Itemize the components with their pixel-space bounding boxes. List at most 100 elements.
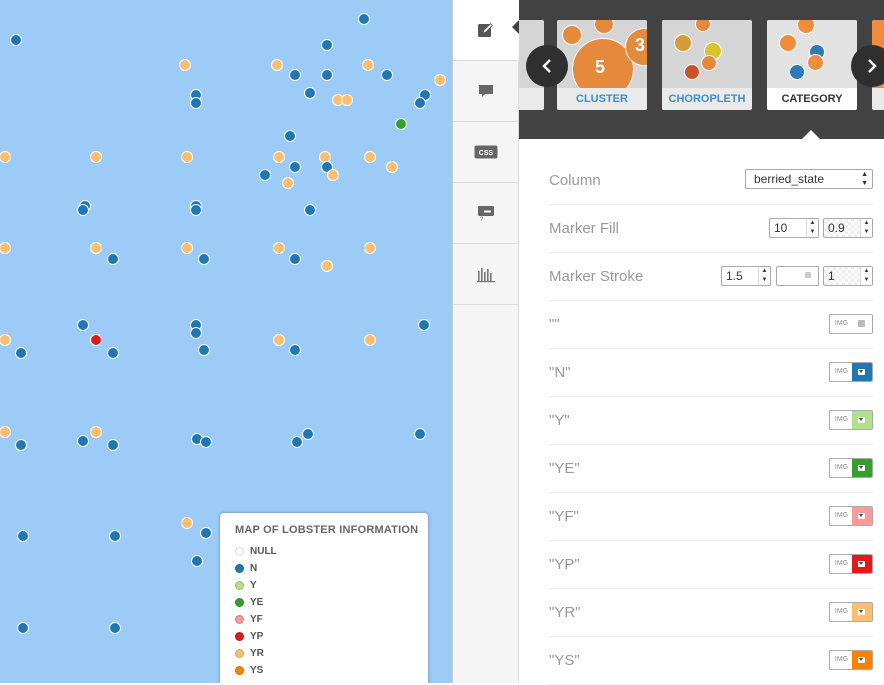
marker-fill-width-stepper[interactable]: 10 ▲ ▼: [769, 218, 819, 238]
map-marker[interactable]: [304, 87, 316, 99]
map-marker[interactable]: [289, 69, 301, 81]
marker-image-button[interactable]: IMG: [830, 555, 854, 573]
marker-fill-opacity-stepper[interactable]: 0.9 ▲ ▼: [823, 218, 873, 238]
map-marker[interactable]: [10, 34, 22, 46]
map-marker[interactable]: [0, 334, 11, 346]
css-tab[interactable]: CSS: [453, 122, 519, 183]
map-marker[interactable]: [414, 428, 426, 440]
map-marker[interactable]: [198, 253, 210, 265]
map-marker[interactable]: [90, 334, 102, 346]
map-marker[interactable]: [190, 97, 202, 109]
map-marker[interactable]: [364, 151, 376, 163]
map-marker[interactable]: [291, 436, 303, 448]
map-marker[interactable]: [181, 517, 193, 529]
marker-stroke-color-picker[interactable]: [776, 266, 819, 286]
map-marker[interactable]: [289, 344, 301, 356]
wizard-thumb-category[interactable]: CATEGORY: [767, 20, 857, 110]
marker-image-button[interactable]: IMG: [830, 507, 854, 525]
map-canvas[interactable]: MAP OF LOBSTER INFORMATION NULL N Y YE Y…: [0, 0, 452, 683]
map-marker[interactable]: [364, 334, 376, 346]
map-marker[interactable]: [273, 151, 285, 163]
marker-image-button[interactable]: IMG: [830, 603, 854, 621]
map-marker[interactable]: [282, 177, 294, 189]
map-marker[interactable]: [414, 97, 426, 109]
map-marker[interactable]: [77, 319, 89, 331]
map-marker[interactable]: [17, 622, 29, 634]
category-color-picker[interactable]: IMG: [829, 602, 873, 622]
category-color-picker[interactable]: IMG: [829, 458, 873, 478]
map-marker[interactable]: [381, 69, 393, 81]
map-marker[interactable]: [358, 13, 370, 25]
stepper-arrows-icon[interactable]: ▲ ▼: [806, 219, 818, 237]
filters-tab[interactable]: [453, 244, 519, 305]
marker-image-button[interactable]: IMG: [830, 459, 854, 477]
map-marker[interactable]: [15, 439, 27, 451]
map-marker[interactable]: [0, 242, 11, 254]
map-marker[interactable]: [200, 436, 212, 448]
map-marker[interactable]: [109, 622, 121, 634]
map-marker[interactable]: [17, 530, 29, 542]
wizard-thumb-cluster[interactable]: 5 3 CLUSTER: [557, 20, 647, 110]
legends-tab[interactable]: ?: [453, 183, 519, 244]
map-marker[interactable]: [273, 242, 285, 254]
map-marker[interactable]: [395, 118, 407, 130]
map-marker[interactable]: [181, 242, 193, 254]
marker-image-button[interactable]: IMG: [830, 363, 854, 381]
map-marker[interactable]: [327, 169, 339, 181]
map-marker[interactable]: [284, 130, 296, 142]
map-marker[interactable]: [107, 253, 119, 265]
map-marker[interactable]: [181, 151, 193, 163]
map-marker[interactable]: [198, 344, 210, 356]
category-color-picker[interactable]: IMG: [829, 650, 873, 670]
map-marker[interactable]: [364, 242, 376, 254]
stepper-arrows-icon[interactable]: ▲ ▼: [860, 267, 872, 285]
map-marker[interactable]: [341, 94, 353, 106]
map-marker[interactable]: [90, 242, 102, 254]
map-marker[interactable]: [289, 161, 301, 173]
category-color-picker[interactable]: IMG: [829, 410, 873, 430]
map-marker[interactable]: [77, 435, 89, 447]
map-marker[interactable]: [321, 260, 333, 272]
map-marker[interactable]: [191, 555, 203, 567]
map-marker[interactable]: [271, 59, 283, 71]
category-color-picker[interactable]: IMG: [829, 506, 873, 526]
map-marker[interactable]: [15, 347, 27, 359]
marker-image-button[interactable]: IMG: [830, 411, 854, 429]
wizard-thumb-choropleth[interactable]: CHOROPLETH: [662, 20, 752, 110]
marker-image-button[interactable]: IMG: [830, 315, 854, 333]
map-marker[interactable]: [90, 151, 102, 163]
map-marker[interactable]: [321, 69, 333, 81]
column-select[interactable]: berried_state ▲ ▼: [745, 169, 873, 189]
infowindow-tab[interactable]: [453, 61, 519, 122]
category-color-picker[interactable]: IMG: [829, 314, 873, 334]
marker-stroke-width-stepper[interactable]: 1.5 ▲ ▼: [721, 266, 771, 286]
map-marker[interactable]: [200, 527, 212, 539]
map-marker[interactable]: [107, 347, 119, 359]
map-marker[interactable]: [77, 204, 89, 216]
map-marker[interactable]: [418, 319, 430, 331]
stepper-arrows-icon[interactable]: ▲ ▼: [860, 219, 872, 237]
map-marker[interactable]: [0, 426, 11, 438]
map-marker[interactable]: [107, 439, 119, 451]
map-marker[interactable]: [90, 426, 102, 438]
map-marker[interactable]: [289, 253, 301, 265]
map-marker[interactable]: [321, 39, 333, 51]
map-marker[interactable]: [259, 169, 271, 181]
map-marker[interactable]: [179, 59, 191, 71]
map-marker[interactable]: [302, 428, 314, 440]
map-marker[interactable]: [0, 151, 11, 163]
marker-stroke-opacity-stepper[interactable]: 1 ▲ ▼: [823, 266, 873, 286]
map-marker[interactable]: [109, 530, 121, 542]
map-marker[interactable]: [362, 59, 374, 71]
marker-image-button[interactable]: IMG: [830, 651, 854, 669]
category-color-picker[interactable]: IMG: [829, 554, 873, 574]
wizard-tab[interactable]: [453, 0, 519, 61]
map-marker[interactable]: [273, 334, 285, 346]
stepper-arrows-icon[interactable]: ▲ ▼: [758, 267, 770, 285]
map-marker[interactable]: [304, 204, 316, 216]
category-color-picker[interactable]: IMG: [829, 362, 873, 382]
gallery-prev-button[interactable]: [526, 45, 568, 87]
map-marker[interactable]: [190, 327, 202, 339]
map-marker[interactable]: [190, 204, 202, 216]
map-marker[interactable]: [386, 161, 398, 173]
